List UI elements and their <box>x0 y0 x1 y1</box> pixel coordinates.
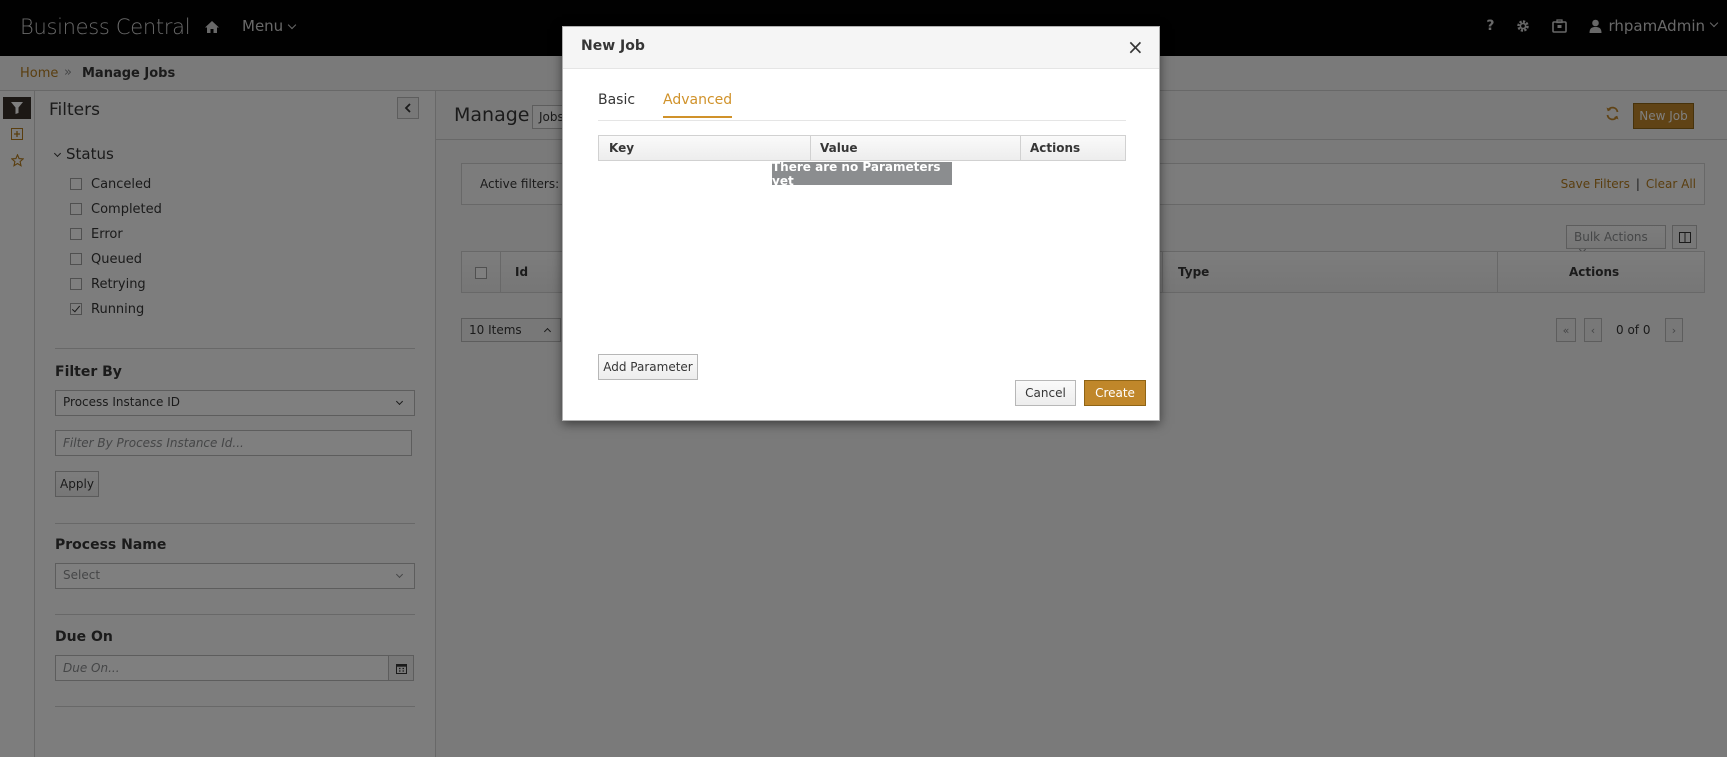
column-header-value: Value <box>820 141 858 155</box>
tab-advanced[interactable]: Advanced <box>663 92 733 118</box>
dialog-header: New Job × <box>563 27 1159 69</box>
close-icon[interactable]: × <box>1127 37 1144 57</box>
column-header-actions: Actions <box>1030 141 1081 155</box>
cancel-button[interactable]: Cancel <box>1015 380 1076 406</box>
create-button[interactable]: Create <box>1084 380 1146 406</box>
tab-basic[interactable]: Basic <box>598 92 635 116</box>
column-divider <box>810 136 811 160</box>
empty-parameters-message: There are no Parameters yet <box>772 160 952 188</box>
dialog-tabs: Basic Advanced <box>598 67 1126 121</box>
column-header-key: Key <box>609 141 635 155</box>
add-parameter-button[interactable]: Add Parameter <box>598 354 698 380</box>
parameters-table-header: Key Value Actions <box>598 135 1126 161</box>
new-job-dialog: New Job × Basic Advanced Key Value Actio… <box>562 26 1160 421</box>
column-divider <box>1020 136 1021 160</box>
dialog-title: New Job <box>581 38 645 54</box>
